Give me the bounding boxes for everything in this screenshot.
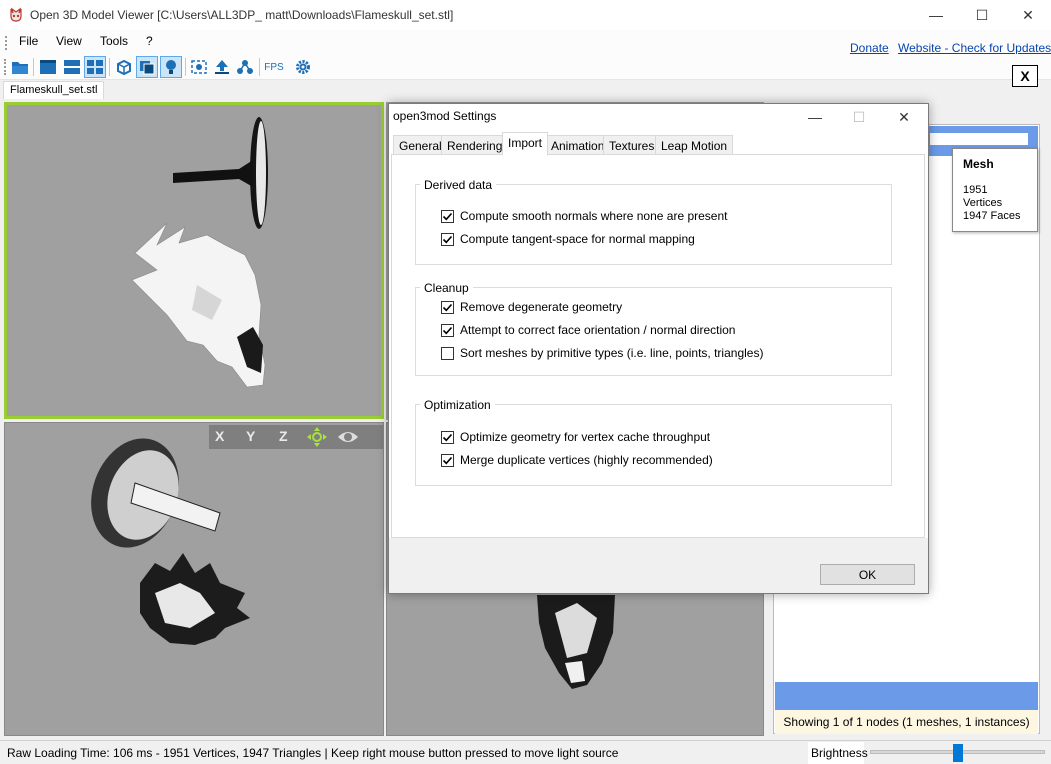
option-smooth-normals[interactable]: Compute smooth normals where none are pr…: [441, 209, 727, 223]
toolbar-separator: [33, 58, 34, 76]
mesh-faces: 1947 Faces: [963, 210, 1021, 222]
tree-highlight-row[interactable]: [775, 682, 1038, 710]
maximize-button[interactable]: ☐: [959, 0, 1005, 30]
orbit-move-icon[interactable]: [306, 426, 328, 451]
option-sort-meshes[interactable]: Sort meshes by primitive types (i.e. lin…: [441, 346, 763, 360]
checkbox-checked[interactable]: [441, 453, 454, 467]
model-render: [91, 438, 250, 645]
option-remove-degenerate[interactable]: Remove degenerate geometry: [441, 300, 622, 314]
menu-file[interactable]: File: [19, 34, 38, 48]
focus-target-icon[interactable]: [188, 56, 210, 78]
menu-grip: [5, 36, 7, 50]
option-label: Optimize geometry for vertex cache throu…: [460, 430, 711, 444]
dialog-title: open3mod Settings: [393, 109, 497, 123]
tab-leap-motion[interactable]: Leap Motion: [655, 135, 734, 155]
fps-toggle[interactable]: FPS: [263, 56, 285, 78]
axis-y-button[interactable]: Y: [246, 428, 255, 444]
wireframe-cube-icon[interactable]: [113, 56, 135, 78]
dialog-minimize-button[interactable]: —: [792, 104, 838, 130]
group-derived-data: [415, 184, 892, 265]
shaded-cube-icon[interactable]: [136, 56, 158, 78]
menu-bar: [0, 30, 1051, 54]
menu-tools[interactable]: Tools: [100, 34, 128, 48]
scene-graph-icon[interactable]: [234, 56, 256, 78]
menu-view[interactable]: View: [56, 34, 82, 48]
group-optimization: [415, 404, 892, 486]
tab-textures[interactable]: Textures: [603, 135, 661, 155]
mesh-heading: Mesh: [963, 157, 994, 171]
option-correct-orientation[interactable]: Attempt to correct face orientation / no…: [441, 323, 735, 337]
option-vertex-cache[interactable]: Optimize geometry for vertex cache throu…: [441, 430, 710, 444]
close-window-button[interactable]: ✕: [1005, 0, 1051, 30]
toolbar-grip: [4, 59, 6, 75]
group-legend: Optimization: [420, 398, 495, 412]
toolbar-separator: [259, 58, 260, 76]
dialog-close-button[interactable]: ✕: [881, 104, 927, 130]
viewport-bottom-left[interactable]: [4, 422, 384, 736]
option-label: Attempt to correct face orientation / no…: [460, 323, 736, 337]
toolbar-separator: [109, 58, 110, 76]
eye-icon[interactable]: [337, 429, 359, 448]
donate-link[interactable]: Donate: [850, 41, 889, 55]
minimize-button[interactable]: —: [913, 0, 959, 30]
website-link[interactable]: Website - Check for Updates: [898, 41, 1051, 55]
mesh-info-popup: Mesh 1951 Vertices 1947 Faces: [952, 148, 1038, 232]
toolbar-separator: [185, 58, 186, 76]
tab-general[interactable]: General: [393, 135, 448, 155]
group-legend: Cleanup: [420, 281, 473, 295]
menu-help[interactable]: ?: [146, 34, 153, 48]
brightness-slider-thumb[interactable]: [953, 744, 963, 762]
option-merge-vertices[interactable]: Merge duplicate vertices (highly recomme…: [441, 453, 713, 467]
option-label: Compute smooth normals where none are pr…: [460, 209, 728, 223]
axis-x-button[interactable]: X: [215, 428, 224, 444]
option-label: Compute tangent-space for normal mapping: [460, 232, 695, 246]
single-view-icon[interactable]: [37, 56, 59, 78]
window-title: Open 3D Model Viewer [C:\Users\ALL3DP_ m…: [30, 8, 454, 22]
brightness-label: Brightness: [808, 742, 868, 764]
checkbox-checked[interactable]: [441, 323, 454, 337]
tree-row-label-box: [930, 133, 1028, 145]
option-label: Merge duplicate vertices (highly recomme…: [460, 453, 713, 467]
status-text: Raw Loading Time: 106 ms - 1951 Vertices…: [7, 746, 619, 760]
checkbox-checked[interactable]: [441, 209, 454, 223]
viewport-top-left[interactable]: [4, 102, 384, 419]
checkbox-checked[interactable]: [441, 430, 454, 444]
checkbox-checked[interactable]: [441, 232, 454, 246]
lightbulb-icon[interactable]: [160, 56, 182, 78]
dialog-maximize-button: ☐: [852, 108, 866, 125]
tab-file[interactable]: Flameskull_set.stl: [3, 81, 105, 99]
two-view-icon[interactable]: [61, 56, 83, 78]
checkbox-checked[interactable]: [441, 300, 454, 314]
tree-status-text: Showing 1 of 1 nodes (1 meshes, 1 instan…: [775, 710, 1038, 734]
tab-animation[interactable]: Animation: [545, 135, 611, 155]
settings-gear-icon[interactable]: [292, 56, 314, 78]
option-label: Sort meshes by primitive types (i.e. lin…: [460, 346, 764, 360]
tab-import[interactable]: Import: [502, 132, 549, 156]
option-tangent-space[interactable]: Compute tangent-space for normal mapping: [441, 232, 695, 246]
group-legend: Derived data: [420, 178, 497, 192]
tab-rendering[interactable]: Rendering: [441, 135, 509, 155]
app-skull-icon: [8, 7, 24, 23]
option-label: Remove degenerate geometry: [460, 300, 623, 314]
export-upload-icon[interactable]: [211, 56, 233, 78]
axis-z-button[interactable]: Z: [279, 428, 288, 444]
checkbox-unchecked[interactable]: [441, 346, 454, 360]
close-tab-button[interactable]: X: [1012, 65, 1038, 87]
four-view-icon[interactable]: [84, 56, 106, 78]
ok-button[interactable]: OK: [820, 564, 915, 585]
mesh-vertices: 1951 Vertices: [963, 184, 1003, 209]
open-folder-icon[interactable]: [9, 56, 31, 78]
model-render: [131, 117, 268, 388]
